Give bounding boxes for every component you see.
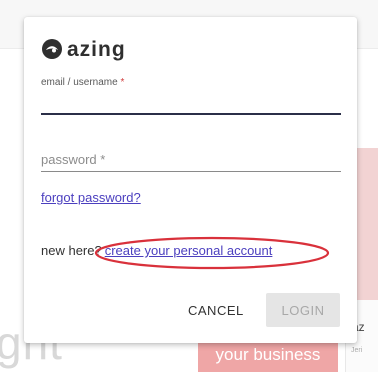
- login-button[interactable]: LOGIN: [266, 293, 340, 327]
- required-mark: *: [120, 77, 125, 88]
- logo: azing: [41, 38, 126, 60]
- new-here-text: new here?: [41, 243, 102, 258]
- create-account-link[interactable]: create your personal account: [105, 243, 273, 258]
- logo-text: azing: [67, 37, 126, 61]
- password-field[interactable]: [41, 147, 341, 172]
- new-here-row: new here? create your personal account: [41, 243, 272, 258]
- background-your-business-button[interactable]: your business: [198, 338, 338, 372]
- email-label: email / username *: [41, 77, 124, 88]
- azing-logo-icon: [42, 39, 62, 59]
- login-dialog: azing email / username * forgot password…: [24, 17, 357, 343]
- background-card-subtext: Jeri: [351, 347, 363, 354]
- email-label-text: email / username: [41, 77, 118, 88]
- cancel-button[interactable]: CANCEL: [182, 293, 248, 327]
- forgot-password-link[interactable]: forgot password?: [41, 190, 141, 205]
- email-field[interactable]: [41, 91, 341, 115]
